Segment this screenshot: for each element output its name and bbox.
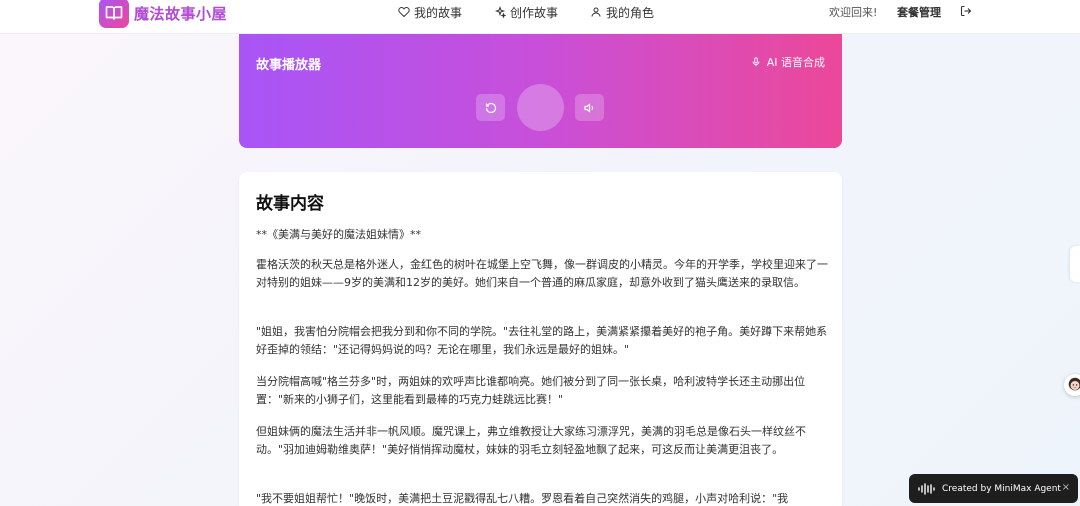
sparkles-icon [494, 6, 506, 18]
close-badge-button[interactable]: × [1062, 482, 1070, 493]
story-paragraph: 当分院帽高喊"格兰芬多"时，两姐妹的欢呼声比谁都响亮。她们被分到了同一张长桌，哈… [256, 375, 806, 406]
nav-label: 创作故事 [510, 5, 559, 20]
story-paragraph: 霍格沃茨的秋天总是格外迷人，金红色的树叶在城堡上空飞舞，像一群调皮的小精灵。今年… [256, 258, 828, 289]
plan-management-button[interactable]: 套餐管理 [897, 4, 941, 20]
play-button[interactable] [517, 84, 564, 131]
content-title: 故事内容 [256, 194, 324, 214]
nav-create-story[interactable]: 创作故事 [494, 4, 558, 20]
badge-label: Created by MiniMax Agent [942, 483, 1061, 494]
ai-voice-synthesis[interactable]: AI 语音合成 [751, 54, 825, 70]
replay-button[interactable] [476, 94, 505, 121]
microphone-icon [752, 57, 760, 67]
player-title: 故事播放器 [256, 58, 322, 73]
story-content-card: 故事内容 **《美满与美好的魔法姐妹情》** 霍格沃茨的秋天总是格外迷人，金红色… [239, 172, 842, 506]
story-paragraph: 但姐妹俩的魔法生活并非一帆风顺。魔咒课上，弗立维教授让大家练习漂浮咒，美满的羽毛… [256, 425, 806, 456]
top-header: 魔法故事小屋 我的故事 创作故事 我的角色 欢迎回来! 套餐管理 [0, 0, 1080, 34]
welcome-text: 欢迎回来! [829, 6, 878, 19]
nav-my-characters[interactable]: 我的角色 [590, 4, 654, 20]
waveform-icon [918, 482, 935, 495]
rotate-ccw-icon [485, 102, 496, 113]
user-icon [591, 7, 601, 17]
story-paragraph: "我不要姐姐帮忙！"晚饭时，美满把土豆泥戳得乱七八糟。罗恩看着自己突然消失的鸡腿… [256, 492, 789, 505]
logout-button[interactable] [960, 5, 972, 20]
app-name[interactable]: 魔法故事小屋 [134, 3, 227, 24]
minimax-agent-badge[interactable]: Created by MiniMax Agent × [909, 474, 1078, 503]
avatar-face-icon [1068, 377, 1080, 391]
nav-my-stories[interactable]: 我的故事 [398, 4, 462, 20]
nav-label: 我的故事 [414, 5, 463, 20]
heart-icon [398, 6, 410, 18]
book-icon [105, 6, 123, 20]
nav-label: 我的角色 [606, 5, 655, 20]
logout-icon [960, 5, 972, 17]
side-panel-handle[interactable] [1070, 246, 1080, 282]
story-paragraph: "姐姐，我害怕分院帽会把我分到和你不同的学院。"去往礼堂的路上，美满紧紧攥着美好… [256, 325, 828, 356]
volume-icon [583, 102, 593, 113]
app-logo[interactable] [99, 0, 129, 28]
story-player: 故事播放器 AI 语音合成 [239, 34, 842, 148]
assistant-avatar[interactable] [1064, 374, 1080, 396]
ai-voice-label: AI 语音合成 [766, 56, 825, 69]
volume-button[interactable] [575, 94, 604, 121]
story-paragraph: **《美满与美好的魔法姐妹情》** [256, 228, 421, 241]
